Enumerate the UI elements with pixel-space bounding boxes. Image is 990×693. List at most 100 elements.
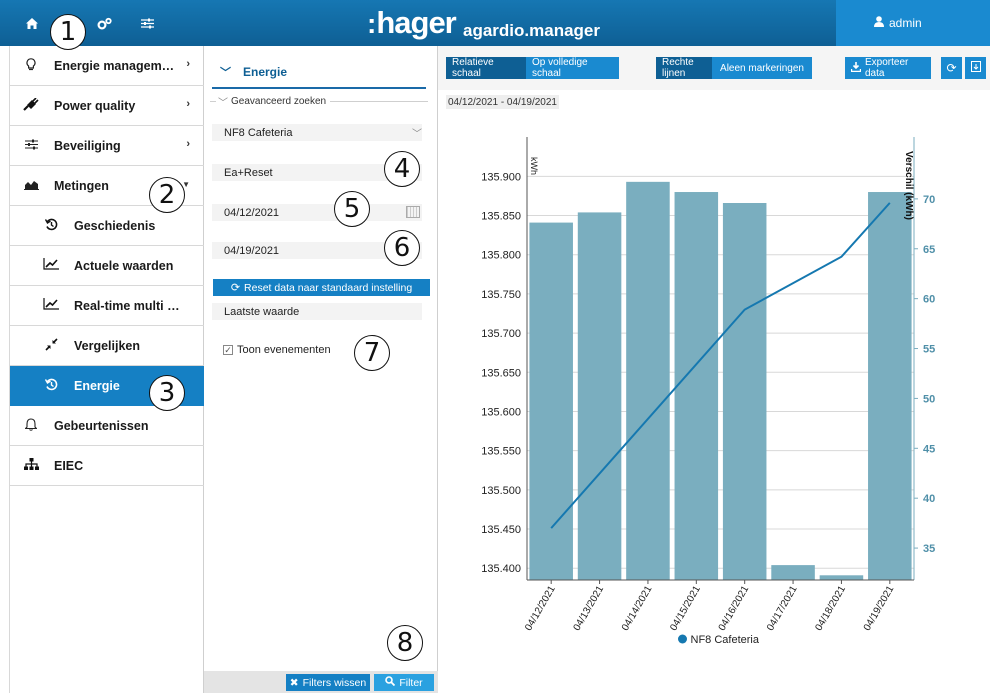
y-tick-label: 135.500 bbox=[481, 485, 521, 497]
measure-value: Ea+Reset bbox=[224, 166, 273, 179]
y2-tick-label: 55 bbox=[923, 344, 935, 356]
chevron-right-icon: › bbox=[186, 58, 190, 70]
fullscreen-button[interactable] bbox=[965, 57, 986, 79]
start-date-value: 04/12/2021 bbox=[224, 206, 280, 219]
advanced-search-toggle[interactable]: ﹀ Geavanceerd zoeken bbox=[210, 94, 428, 109]
cogs-icon[interactable] bbox=[92, 11, 118, 35]
legend-label: NF8 Cafeteria bbox=[691, 634, 760, 646]
full-scale-button[interactable]: Op volledige schaal bbox=[526, 57, 619, 79]
line-chart-icon bbox=[40, 298, 62, 313]
sidebar-item-energie-management[interactable]: Energie managem… › bbox=[10, 46, 204, 86]
sitemap-icon bbox=[20, 458, 42, 473]
refresh-chart-button[interactable]: ⟳ bbox=[941, 57, 962, 79]
sidebar-item-vergelijken[interactable]: Vergelijken bbox=[10, 326, 204, 366]
x-tick-label: 04/16/2021 bbox=[717, 584, 752, 633]
callout-marker: 4 bbox=[384, 151, 420, 187]
sidebar-item-beveiliging[interactable]: Beveiliging › bbox=[10, 126, 204, 166]
markers-only-button[interactable]: Aleen markeringen bbox=[712, 57, 812, 79]
sidebar-item-geschiedenis[interactable]: Geschiedenis bbox=[10, 206, 204, 246]
bell-icon bbox=[20, 417, 42, 434]
y-tick-label: 135.750 bbox=[481, 289, 521, 301]
sidebar-item-power-quality[interactable]: Power quality › bbox=[10, 86, 204, 126]
y2-tick-label: 50 bbox=[923, 393, 935, 405]
sidebar-item-gebeurtenissen[interactable]: Gebeurtenissen bbox=[10, 406, 204, 446]
chart-bar bbox=[674, 192, 719, 580]
user-menu[interactable]: admin bbox=[836, 0, 990, 46]
callout-marker: 7 bbox=[354, 335, 390, 371]
filter-panel-title[interactable]: ﹀ Energie bbox=[212, 56, 426, 89]
plug-icon bbox=[20, 96, 42, 114]
y2-tick-label: 40 bbox=[923, 493, 935, 505]
sliders-icon bbox=[20, 138, 42, 153]
sidebar-item-label: Geschiedenis bbox=[74, 218, 156, 233]
top-bar: :hager agardio.manager admin bbox=[0, 0, 990, 46]
relative-scale-button[interactable]: Relatieve schaal bbox=[446, 57, 526, 79]
filter-panel: ﹀ Energie ﹀ Geavanceerd zoeken NF8 Cafet… bbox=[204, 46, 438, 693]
clear-filters-label: Filters wissen bbox=[302, 676, 367, 689]
y-tick-label: 135.600 bbox=[481, 406, 521, 418]
x-tick-label: 04/19/2021 bbox=[862, 584, 897, 633]
advanced-search-label: Geavanceerd zoeken bbox=[231, 95, 327, 107]
apply-filter-button[interactable]: Filter bbox=[374, 674, 434, 691]
close-icon: ✖ bbox=[289, 676, 299, 689]
sidebar: Energie managem… › Power quality › Bevei… bbox=[0, 46, 204, 693]
chevron-right-icon: › bbox=[186, 138, 190, 150]
y2-tick-label: 35 bbox=[923, 543, 935, 555]
chart-bar bbox=[771, 565, 815, 580]
chart-bar bbox=[722, 203, 767, 580]
y-tick-label: 135.650 bbox=[481, 367, 521, 379]
sidebar-item-label: Gebeurtenissen bbox=[54, 418, 149, 433]
callout-marker: 2 bbox=[149, 177, 185, 213]
clear-filters-button[interactable]: ✖ Filters wissen bbox=[286, 674, 370, 691]
chevron-down-icon: ﹀ bbox=[220, 66, 231, 79]
y2-tick-label: 60 bbox=[923, 294, 935, 306]
user-icon bbox=[874, 16, 884, 30]
y-tick-label: 135.450 bbox=[481, 524, 521, 536]
show-events-row[interactable]: ✓ Toon evenementen bbox=[223, 344, 331, 356]
start-date-input[interactable]: 04/12/2021 bbox=[212, 204, 422, 221]
value-mode-select[interactable]: Laatste waarde bbox=[212, 303, 422, 320]
search-icon bbox=[385, 676, 396, 689]
sidebar-item-eiec[interactable]: EIEC bbox=[10, 446, 204, 486]
device-select[interactable]: NF8 Cafeteria ﹀ bbox=[212, 124, 422, 141]
show-events-checkbox[interactable]: ✓ bbox=[223, 345, 233, 355]
y-tick-label: 135.900 bbox=[481, 171, 521, 183]
callout-marker: 8 bbox=[387, 625, 423, 661]
device-select-value: NF8 Cafeteria bbox=[224, 126, 293, 139]
x-tick-label: 04/15/2021 bbox=[668, 584, 703, 633]
straight-lines-button[interactable]: Rechte lijnen bbox=[656, 57, 712, 79]
y-tick-label: 135.400 bbox=[481, 563, 521, 575]
y-tick-label: 135.850 bbox=[481, 211, 521, 223]
sidebar-item-label: EIEC bbox=[54, 458, 84, 473]
chevron-right-icon: › bbox=[186, 98, 190, 110]
value-mode-value: Laatste waarde bbox=[224, 305, 300, 318]
y-tick-label: 135.800 bbox=[481, 250, 521, 262]
brand-logo: :hager bbox=[367, 5, 457, 40]
expand-icon bbox=[970, 61, 981, 75]
line-chart-icon bbox=[40, 258, 62, 273]
callout-marker: 1 bbox=[50, 14, 86, 50]
sliders-icon[interactable] bbox=[134, 11, 160, 35]
x-tick-label: 04/13/2021 bbox=[572, 584, 607, 633]
x-tick-label: 04/17/2021 bbox=[765, 584, 800, 633]
y-tick-label: 135.700 bbox=[481, 328, 521, 340]
y2-tick-label: 65 bbox=[923, 244, 935, 256]
y-axis-title: kWh bbox=[529, 157, 539, 175]
callout-marker: 6 bbox=[384, 230, 420, 266]
sidebar-item-real-time-multi[interactable]: Real-time multi … bbox=[10, 286, 204, 326]
sidebar-item-label: Vergelijken bbox=[74, 338, 141, 353]
apply-filter-label: Filter bbox=[399, 676, 423, 689]
product-name: agardio.manager bbox=[463, 21, 600, 40]
home-icon[interactable] bbox=[19, 11, 45, 35]
export-data-button[interactable]: Exporteer data bbox=[845, 57, 931, 79]
calendar-icon[interactable] bbox=[406, 206, 420, 218]
user-name: admin bbox=[889, 16, 922, 30]
chart-bar bbox=[529, 222, 573, 580]
callout-marker: 3 bbox=[149, 375, 185, 411]
sidebar-item-label: Real-time multi … bbox=[74, 298, 180, 313]
sidebar-item-actuele-waarden[interactable]: Actuele waarden bbox=[10, 246, 204, 286]
export-data-label: Exporteer data bbox=[865, 57, 909, 79]
reset-defaults-button[interactable]: ⟳ Reset data naar standaard instelling bbox=[213, 279, 430, 296]
chart-toolbar: Relatieve schaal Op volledige schaal Rec… bbox=[438, 46, 990, 90]
chart-bar bbox=[819, 575, 864, 580]
